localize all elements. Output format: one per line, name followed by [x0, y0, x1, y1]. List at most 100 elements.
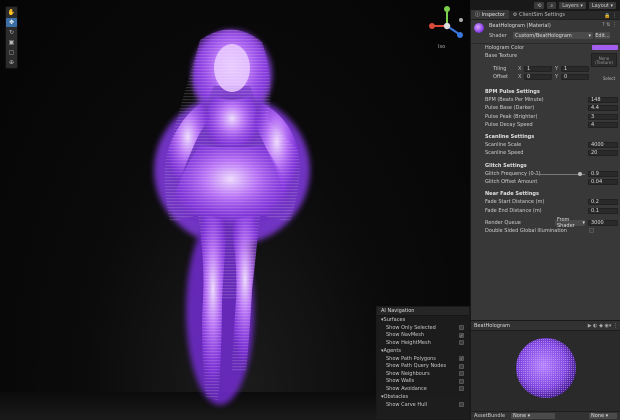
render-queue-dropdown[interactable]: From Shader ▾	[555, 217, 585, 229]
glitch-heading: Glitch Settings	[485, 162, 527, 169]
shader-settings: BPM Pulse Settings BPM (Beats Per Minute…	[471, 88, 620, 235]
panel-tabs: ⓘ Inspector ⚙ ClientSim Settings 🔒 ⋮	[471, 10, 620, 20]
ainav-section-surfaces[interactable]: ▾ Surfaces	[377, 316, 469, 324]
ainav-section-obstacles[interactable]: ▾ Obstacles	[377, 393, 469, 401]
offset-row: Offset X 0 Y 0	[471, 73, 620, 81]
fade-start-distance-m-row: Fade Start Distance (m) 0.2	[471, 198, 620, 206]
scanline-heading: Scanline Settings	[485, 134, 535, 141]
ainav-item-show-walls: Show Walls	[377, 378, 469, 386]
scanline-scale-row: Scanline Scale 4000	[471, 141, 620, 149]
nearfade-heading: Near Fade Settings	[485, 191, 539, 198]
scanline-speed-field[interactable]: 20	[588, 150, 618, 157]
scene-view[interactable]: ✋ ✥ ↻ ▣ ▢ ⊕ Iso AI Navigation ▾ Surfaces…	[0, 0, 470, 420]
glitch-offset-field[interactable]: 0.04	[588, 178, 618, 185]
render-queue-field[interactable]: 3000	[588, 219, 618, 226]
ainav-item-show-avoidance: Show Avoidance	[377, 385, 469, 393]
ai-navigation-overlay: AI Navigation ▾ Surfaces Show Only Select…	[376, 306, 470, 420]
ainav-checkbox-show-path-polygons[interactable]: ✓	[459, 356, 464, 362]
ainav-checkbox-show-navmesh[interactable]: ✓	[459, 332, 464, 338]
shader-label: Shader	[489, 33, 507, 39]
tiling-x-field[interactable]: 1	[524, 66, 552, 72]
assetbundle-variant-dropdown[interactable]: None ▾	[589, 413, 617, 419]
assetbundle-dropdown[interactable]: None ▾	[511, 413, 555, 419]
tiling-y-field[interactable]: 1	[561, 66, 589, 72]
rotate-tool-icon[interactable]: ↻	[6, 28, 17, 37]
tab-menu-icon[interactable]: 🔒 ⋮	[604, 13, 617, 19]
slider-handle[interactable]	[578, 171, 582, 176]
scale-tool-icon[interactable]: ▣	[6, 38, 17, 47]
double-sided-gi-checkbox[interactable]	[589, 228, 594, 234]
glitch-frequency-field[interactable]: 0.9	[588, 170, 618, 177]
tab-inspector[interactable]: ⓘ Inspector	[471, 10, 509, 19]
ainav-item-show-only-selected: Show Only Selected	[377, 324, 469, 332]
orientation-gizmo[interactable]	[425, 4, 469, 52]
fade-end-distance-m-row: Fade End Distance (m) 0.1	[471, 206, 620, 214]
offset-x-field[interactable]: 0	[524, 74, 552, 80]
pulse-peak-brighter-row: Pulse Peak (Brighter) 3	[471, 113, 620, 121]
offset-y-field[interactable]: 0	[561, 74, 589, 80]
bpm-beats-per-minute-field[interactable]: 148	[588, 97, 618, 104]
info-icon: ⓘ	[475, 12, 482, 18]
material-options-icon[interactable]: ? ⇅ ⋮	[602, 22, 617, 28]
transform-tools: ✋ ✥ ↻ ▣ ▢ ⊕	[5, 6, 18, 69]
projection-label[interactable]: Iso	[438, 44, 445, 50]
ainav-item-show-heightmesh: Show HeightMesh	[377, 339, 469, 347]
glitch-frequency-row: Glitch Frequency (0-1) 0.9	[471, 170, 620, 178]
ainav-item-show-path-query-nodes: Show Path Query Nodes	[377, 362, 469, 370]
material-header: BeatHologram (Material) ? ⇅ ⋮ Shader Cus…	[471, 20, 620, 44]
pulse-base-darker-field[interactable]: 4.4	[588, 105, 618, 112]
ainav-checkbox-show-carve-hull[interactable]	[459, 402, 464, 408]
tab-clientsim-settings[interactable]: ⚙ ClientSim Settings	[509, 10, 569, 19]
pulse-base-darker-row: Pulse Base (Darker) 4.4	[471, 104, 620, 112]
bpm-heading: BPM Pulse Settings	[485, 89, 540, 96]
fade-end-distance-m-field[interactable]: 0.1	[588, 207, 618, 214]
pulse-peak-brighter-field[interactable]: 3	[588, 113, 618, 120]
edit-shader-button[interactable]: Edit...	[595, 32, 610, 39]
shader-dropdown[interactable]: Custom/BeatHologram ▾	[513, 32, 593, 39]
inspector-panel: ⟲ ⌕ Layers ▾ Layout ▾ ⓘ Inspector ⚙ Clie…	[470, 0, 620, 420]
layers-dropdown[interactable]: Layers ▾	[559, 2, 586, 9]
material-preview: BeatHologram ▶ ◐ ◆ ◉▾ ⋮ AssetBundle None…	[471, 320, 620, 420]
ainav-checkbox-show-only-selected[interactable]	[459, 325, 464, 331]
preview-header[interactable]: BeatHologram ▶ ◐ ◆ ◉▾ ⋮	[471, 321, 620, 331]
transform-tool-icon[interactable]: ⊕	[6, 58, 17, 67]
ainav-checkbox-show-avoidance[interactable]	[459, 386, 464, 392]
ainav-checkbox-show-path-query-nodes[interactable]	[459, 363, 464, 369]
ainav-item-show-neighbours: Show Neighbours	[377, 370, 469, 378]
hand-tool-icon[interactable]: ✋	[6, 8, 17, 17]
ainav-item-show-path-polygons: Show Path Polygons ✓	[386, 355, 464, 362]
fade-start-distance-m-field[interactable]: 0.2	[588, 199, 618, 206]
ainav-checkbox-show-heightmesh[interactable]	[459, 340, 464, 346]
bpm-beats-per-minute-row: BPM (Beats Per Minute) 148	[471, 96, 620, 104]
assetbundle-bar: AssetBundle None ▾ None ▾	[471, 411, 620, 420]
preview-sphere[interactable]	[515, 337, 577, 399]
material-name: BeatHologram (Material)	[489, 23, 551, 29]
pulse-decay-speed-field[interactable]: 4	[588, 121, 618, 128]
material-thumbnail	[474, 23, 484, 33]
layout-dropdown[interactable]: Layout ▾	[588, 2, 616, 9]
hologram-color-row: Hologram Color	[471, 44, 620, 52]
tiling-row: Tiling X 1 Y 1	[471, 65, 620, 73]
glitch-offset-row: Glitch Offset Amount 0.04	[471, 178, 620, 186]
double-sided-gi-row: Double Sided Global Illumination	[471, 227, 620, 235]
ainav-checkbox-show-walls[interactable]	[459, 378, 464, 384]
move-tool-icon[interactable]: ✥	[6, 18, 17, 27]
search-icon[interactable]: ⌕	[547, 2, 557, 9]
scanline-scale-field[interactable]: 4000	[588, 142, 618, 149]
chevron-down-icon: ▾	[588, 32, 591, 39]
ai-navigation-title[interactable]: AI Navigation	[377, 307, 469, 316]
scanline-speed-row: Scanline Speed 20	[471, 149, 620, 157]
ainav-checkbox-show-neighbours[interactable]	[459, 371, 464, 377]
history-icon[interactable]: ⟲	[534, 2, 545, 9]
select-texture-button[interactable]: Select	[601, 76, 617, 81]
ainav-item-show-navmesh: Show NavMesh ✓	[386, 332, 464, 339]
ai-navigation-body: ▾ Surfaces Show Only Selected Show NavMesh…	[377, 316, 469, 408]
render-queue-row: Render Queue From Shader ▾ 3000	[471, 217, 620, 229]
preview-controls-icon[interactable]: ▶ ◐ ◆ ◉▾ ⋮	[588, 323, 618, 329]
pulse-decay-speed-row: Pulse Decay Speed 4	[471, 121, 620, 129]
hologram-color-field[interactable]	[592, 45, 618, 50]
rect-tool-icon[interactable]: ▢	[6, 48, 17, 57]
ainav-section-agents[interactable]: ▾ Agents	[377, 347, 469, 355]
tiling-offset: Tiling X 1 Y 1 Offset X 0 Y 0	[471, 60, 620, 81]
preview-title: BeatHologram	[474, 322, 510, 329]
